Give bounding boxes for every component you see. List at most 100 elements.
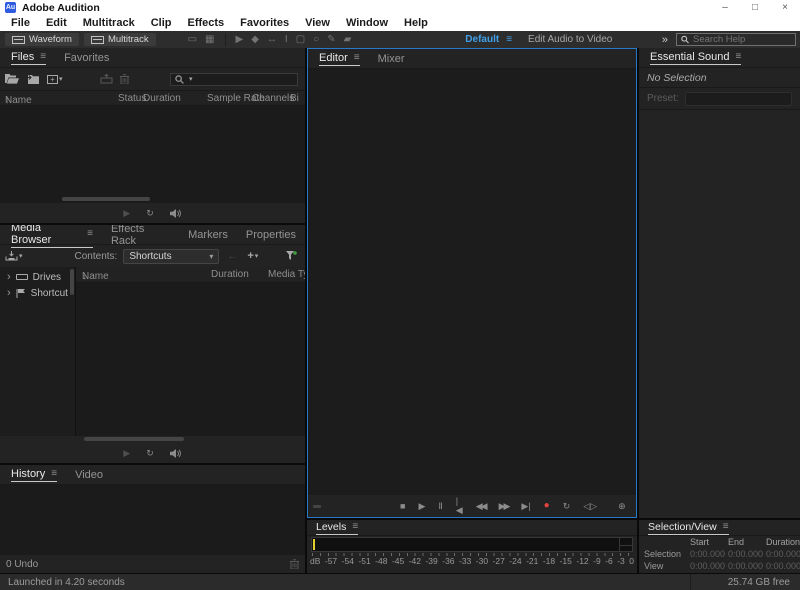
menu-view[interactable]: View <box>297 17 338 29</box>
skip-to-start-icon[interactable]: |◀ <box>456 497 463 515</box>
time-selection-tool-icon[interactable]: I <box>285 31 288 48</box>
files-list-area[interactable] <box>0 106 305 196</box>
waveform-display-icon[interactable]: ▭ <box>188 31 197 48</box>
auto-play-icon[interactable] <box>170 449 182 458</box>
tab-mixer[interactable]: Mixer <box>369 49 414 68</box>
files-hscroll-thumb[interactable] <box>62 197 150 201</box>
tab-video[interactable]: Video <box>66 465 112 484</box>
view-start[interactable]: 0:00.000 <box>690 561 728 571</box>
rewind-icon[interactable]: ◀◀ <box>476 502 486 511</box>
loop-playback-icon[interactable]: ↻ <box>146 449 154 458</box>
search-help-box[interactable] <box>676 33 796 46</box>
zoom-in-icon[interactable]: ⊕ <box>618 502 626 511</box>
editor-hscroll-thumb[interactable] <box>313 505 321 508</box>
auto-play-icon[interactable] <box>170 209 182 218</box>
tab-media-browser[interactable]: Media Browser≡ <box>2 225 102 244</box>
fast-forward-icon[interactable]: ▶▶ <box>499 502 509 511</box>
view-end[interactable]: 0:00.000 <box>728 561 766 571</box>
search-help-input[interactable] <box>693 34 791 45</box>
media-panel-menu-icon[interactable]: ≡ <box>87 228 93 239</box>
selection-view-menu-icon[interactable]: ≡ <box>723 521 729 532</box>
workspace-edit-audio-to-video[interactable]: Edit Audio to Video <box>528 34 612 45</box>
delete-file-icon[interactable] <box>120 74 129 84</box>
media-hscroll-thumb[interactable] <box>84 437 184 441</box>
col-channels[interactable]: Channels <box>252 93 294 104</box>
marquee-selection-tool-icon[interactable]: ▢ <box>296 31 305 48</box>
waveform-view-button[interactable]: Waveform <box>5 33 79 46</box>
workspace-menu-icon[interactable]: ≡ <box>506 34 512 45</box>
menu-edit[interactable]: Edit <box>38 17 75 29</box>
play-icon[interactable]: ▶ <box>418 502 425 511</box>
contents-dropdown[interactable]: Shortcuts ▾ <box>123 249 219 264</box>
workspace-default[interactable]: Default <box>465 34 499 45</box>
healing-brush-tool-icon[interactable]: ▰ <box>344 31 352 48</box>
editor-canvas[interactable] <box>308 69 636 495</box>
tab-markers[interactable]: Markers <box>179 225 237 244</box>
selection-duration[interactable]: 0:00.000 <box>766 549 800 559</box>
col-media-type[interactable]: Media Ty <box>268 269 305 280</box>
loop-playback-icon[interactable]: ↻ <box>146 209 154 218</box>
razor-tool-icon[interactable]: ◆ <box>251 31 259 48</box>
essential-panel-menu-icon[interactable]: ≡ <box>736 51 742 62</box>
selection-start[interactable]: 0:00.000 <box>690 549 728 559</box>
spectral-display-icon[interactable]: ▦ <box>205 31 214 48</box>
levels-panel-menu-icon[interactable]: ≡ <box>352 521 358 532</box>
tree-item-shortcut[interactable]: › Shortcut <box>0 285 75 301</box>
slip-tool-icon[interactable]: ↔ <box>267 31 277 48</box>
menu-clip[interactable]: Clip <box>143 17 180 29</box>
stop-icon[interactable]: ■ <box>400 502 405 511</box>
media-list-area[interactable] <box>76 283 305 436</box>
history-panel-menu-icon[interactable]: ≡ <box>51 468 57 479</box>
skip-selection-icon[interactable]: ◁▷ <box>583 502 597 511</box>
tab-properties[interactable]: Properties <box>237 225 305 244</box>
record-icon[interactable]: ● <box>544 501 550 511</box>
multitrack-view-button[interactable]: Multitrack <box>84 33 156 46</box>
tree-item-drives[interactable]: › Drives <box>0 269 75 285</box>
maximize-button[interactable]: □ <box>740 0 770 15</box>
tab-history[interactable]: History≡ <box>2 465 66 484</box>
menu-favorites[interactable]: Favorites <box>232 17 297 29</box>
tab-essential-sound[interactable]: Essential Sound≡ <box>641 48 750 67</box>
minimize-button[interactable]: – <box>710 0 740 15</box>
col-duration[interactable]: Duration <box>211 269 249 280</box>
selection-end[interactable]: 0:00.000 <box>728 549 766 559</box>
loop-playback-icon[interactable]: ↻ <box>563 502 571 511</box>
tab-selection-view[interactable]: Selection/View≡ <box>641 520 736 535</box>
workspace-overflow-icon[interactable]: » <box>662 34 668 46</box>
preview-play-icon[interactable]: ▶ <box>123 449 130 458</box>
files-panel-menu-icon[interactable]: ≡ <box>40 51 46 62</box>
import-file-icon[interactable] <box>26 74 40 84</box>
back-icon[interactable]: ← <box>227 248 237 265</box>
tab-files[interactable]: Files≡ <box>2 48 55 67</box>
close-button[interactable]: × <box>770 0 800 15</box>
preview-play-icon[interactable]: ▶ <box>123 209 130 218</box>
filter-icon[interactable] <box>286 251 297 261</box>
view-duration[interactable]: 0:00.000 <box>766 561 800 571</box>
col-duration[interactable]: Duration <box>143 93 181 104</box>
menu-window[interactable]: Window <box>338 17 396 29</box>
preset-input[interactable] <box>685 92 792 106</box>
open-file-icon[interactable] <box>5 74 19 84</box>
menu-effects[interactable]: Effects <box>179 17 232 29</box>
pause-icon[interactable]: Ⅱ <box>438 502 442 511</box>
skip-to-end-icon[interactable]: ▶| <box>521 502 530 511</box>
menu-file[interactable]: File <box>3 17 38 29</box>
files-search-box[interactable]: ▾ <box>170 73 298 86</box>
tab-favorites[interactable]: Favorites <box>55 48 118 67</box>
insert-into-multitrack-icon[interactable] <box>100 74 113 84</box>
col-bit-depth[interactable]: Bi <box>290 93 299 104</box>
history-list-area[interactable] <box>0 485 305 555</box>
paintbrush-tool-icon[interactable]: ✎ <box>327 31 335 48</box>
new-content-icon[interactable]: +▾ <box>47 75 63 84</box>
tab-effects-rack[interactable]: Effects Rack <box>102 225 179 244</box>
chevron-right-icon[interactable]: › <box>7 288 11 299</box>
move-tool-icon[interactable]: ▶ <box>236 31 244 48</box>
editor-panel-menu-icon[interactable]: ≡ <box>354 52 360 63</box>
clear-history-icon[interactable] <box>290 559 299 569</box>
tab-editor[interactable]: Editor≡ <box>310 49 369 68</box>
tree-vscroll-thumb[interactable] <box>70 269 74 295</box>
add-shortcut-icon[interactable]: +▾ <box>247 250 258 262</box>
lasso-selection-tool-icon[interactable]: ○ <box>313 31 319 48</box>
tab-levels[interactable]: Levels≡ <box>309 520 365 535</box>
menu-help[interactable]: Help <box>396 17 436 29</box>
